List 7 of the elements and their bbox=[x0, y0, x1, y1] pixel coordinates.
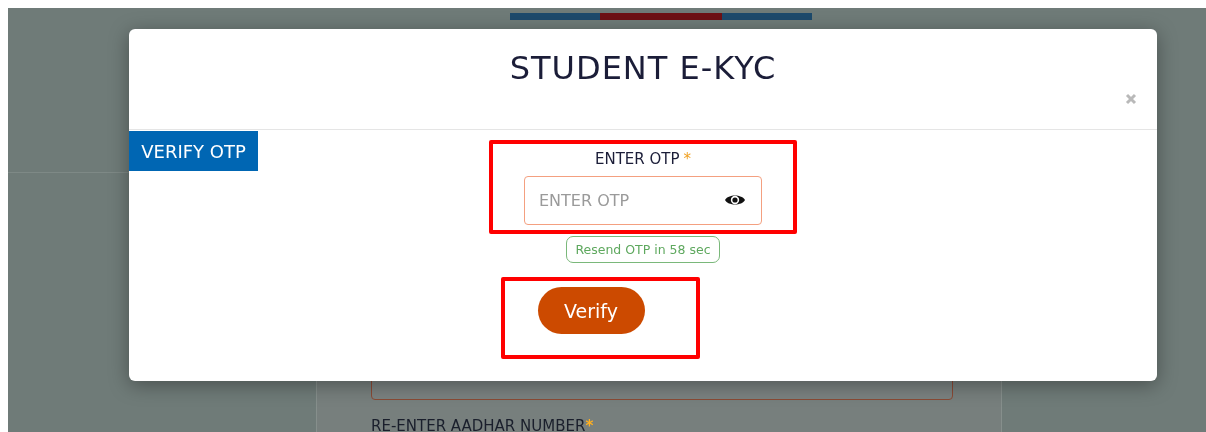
field-label: RE-ENTER AADHAR NUMBER* bbox=[371, 417, 594, 432]
field-label: ENTER OTP * bbox=[594, 150, 691, 168]
resend-timer: Resend OTP in 58 sec bbox=[566, 236, 720, 263]
verify-button[interactable]: Verify bbox=[537, 287, 645, 334]
modal-title: STUDENT E-KYC bbox=[509, 49, 777, 87]
otp-input-field[interactable]: ENTER OTP bbox=[524, 176, 762, 225]
section-tag: VERIFY OTP bbox=[129, 131, 258, 171]
